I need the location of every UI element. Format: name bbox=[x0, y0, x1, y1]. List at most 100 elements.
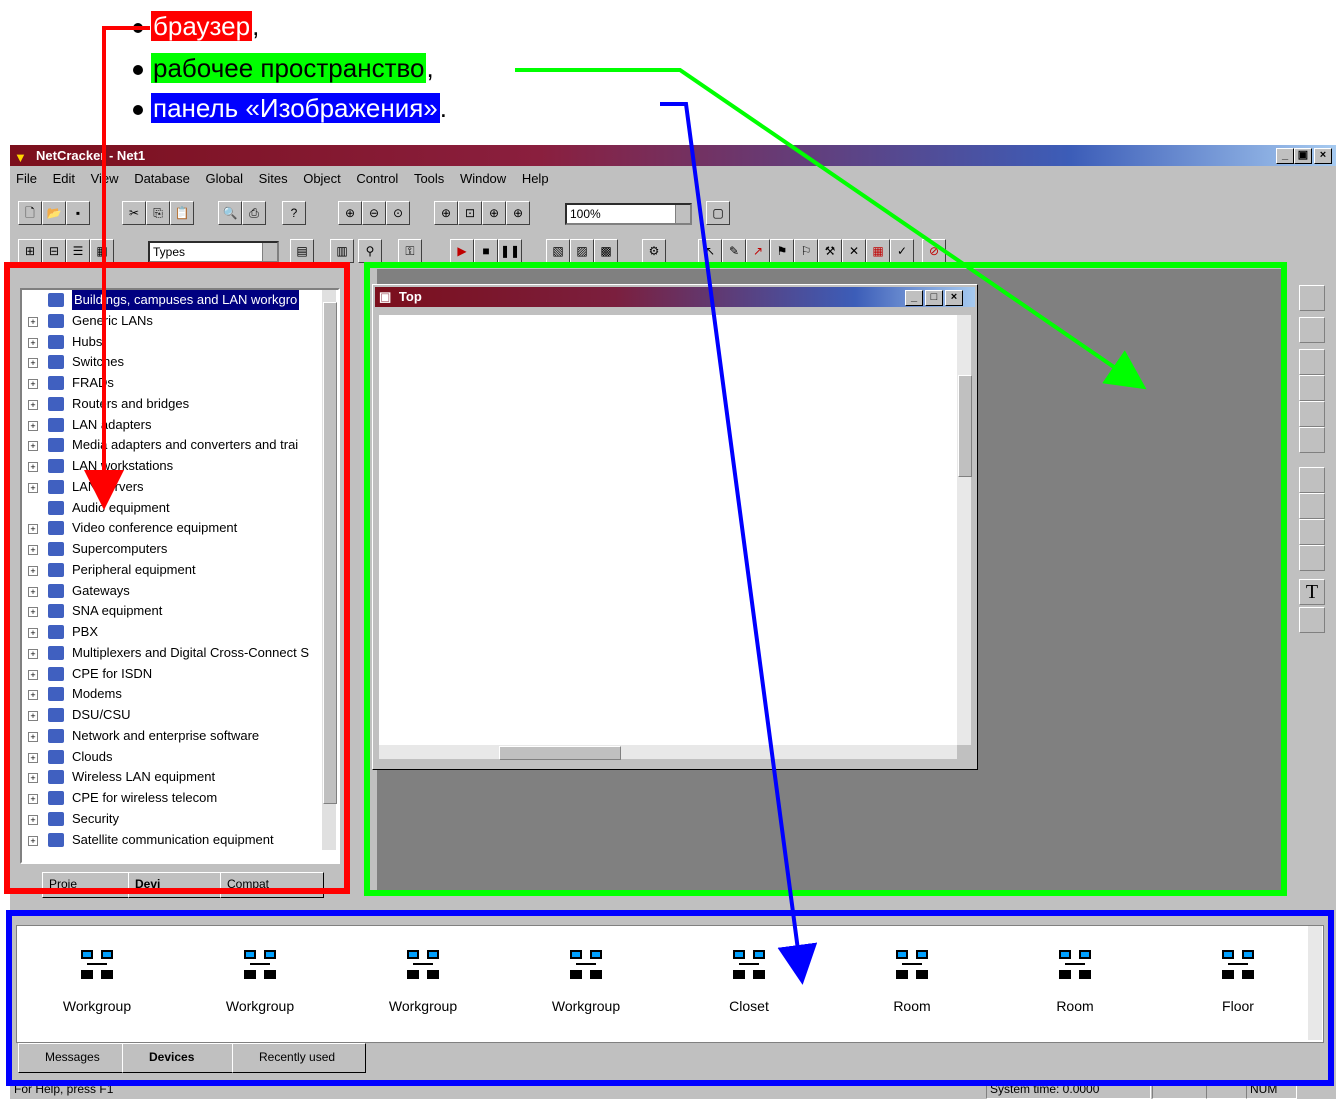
details-icon[interactable]: ▦ bbox=[90, 239, 114, 263]
tree-item[interactable]: + SNA equipment bbox=[22, 601, 338, 622]
database-icon[interactable]: ▥ bbox=[330, 239, 354, 263]
ellipse-icon[interactable] bbox=[1299, 401, 1325, 427]
menu-database[interactable]: Database bbox=[128, 167, 196, 186]
expand-plus-icon[interactable]: + bbox=[28, 835, 38, 846]
tool-a-icon[interactable]: ▧ bbox=[546, 239, 570, 263]
tree-item[interactable]: + Routers and bridges bbox=[22, 394, 338, 415]
expand-plus-icon[interactable]: + bbox=[28, 711, 38, 721]
diagram-canvas[interactable] bbox=[379, 315, 957, 745]
select-arrow-icon[interactable] bbox=[1299, 285, 1325, 311]
find-icon[interactable]: ⚲ bbox=[358, 239, 382, 263]
tree-item[interactable]: + Wireless LAN equipment bbox=[22, 767, 338, 788]
expand-plus-icon[interactable]: + bbox=[28, 607, 38, 618]
paste-icon[interactable]: 📋 bbox=[170, 201, 194, 225]
zoom-window-icon[interactable]: ⊡ bbox=[458, 201, 482, 225]
tab-project[interactable]: Proje bbox=[42, 872, 130, 898]
save-icon[interactable]: ▪ bbox=[66, 201, 90, 225]
zoom-icon[interactable]: ⊙ bbox=[386, 201, 410, 225]
tool-f-icon[interactable]: ⚐ bbox=[794, 239, 818, 263]
menu-file[interactable]: File bbox=[10, 167, 43, 186]
tool-c-icon[interactable]: ▩ bbox=[594, 239, 618, 263]
list-icon[interactable]: ☰ bbox=[66, 239, 90, 263]
tree-item[interactable]: + Security bbox=[22, 809, 338, 830]
rectangle-icon[interactable] bbox=[1299, 349, 1325, 375]
expand-plus-icon[interactable]: + bbox=[28, 586, 38, 597]
zoom-fit-icon[interactable]: ⊕ bbox=[434, 201, 458, 225]
menu-edit[interactable]: Edit bbox=[47, 167, 81, 186]
maximize-button[interactable]: ▣ bbox=[1294, 148, 1312, 164]
expand-plus-icon[interactable]: + bbox=[28, 316, 38, 327]
expand-plus-icon[interactable]: + bbox=[28, 358, 38, 369]
expand-plus-icon[interactable]: + bbox=[28, 441, 38, 452]
copy-icon[interactable]: ⎘ bbox=[146, 201, 170, 225]
stop-icon[interactable]: ■ bbox=[474, 239, 498, 263]
grid-icon[interactable]: ▦ bbox=[866, 239, 890, 263]
menu-control[interactable]: Control bbox=[350, 167, 404, 186]
image-item[interactable]: Workgroup bbox=[506, 926, 666, 1042]
types-combo[interactable]: Types bbox=[148, 241, 279, 263]
small-icons-icon[interactable]: ⊟ bbox=[42, 239, 66, 263]
key-icon[interactable]: ⚿ bbox=[398, 239, 422, 263]
tree-item[interactable]: Audio equipment bbox=[22, 498, 338, 519]
expand-plus-icon[interactable]: + bbox=[28, 462, 38, 472]
close-button[interactable]: × bbox=[1314, 148, 1332, 164]
context-help-icon[interactable]: ? bbox=[282, 201, 306, 225]
tools-icon[interactable]: ✕ bbox=[842, 239, 866, 263]
tree-item[interactable]: + DSU/CSU bbox=[22, 705, 338, 726]
expand-plus-icon[interactable]: + bbox=[28, 399, 38, 410]
tab-devices-bottom[interactable]: Devices bbox=[122, 1043, 236, 1073]
open-icon[interactable]: 📂 bbox=[42, 201, 66, 225]
tree-item[interactable]: + Supercomputers bbox=[22, 539, 338, 560]
expand-plus-icon[interactable]: + bbox=[28, 524, 38, 535]
tool-h-icon[interactable]: ✓ bbox=[890, 239, 914, 263]
filled-circle-icon[interactable] bbox=[1299, 545, 1325, 571]
circle-icon[interactable] bbox=[1299, 427, 1325, 453]
tree-item[interactable]: + LAN workstations bbox=[22, 456, 338, 477]
tree-item[interactable]: + Clouds bbox=[22, 747, 338, 768]
tab-compatibility[interactable]: Compat bbox=[220, 872, 324, 898]
tree-item[interactable]: + Modems bbox=[22, 684, 338, 705]
tree-item[interactable]: + LAN servers bbox=[22, 477, 338, 498]
expand-plus-icon[interactable]: + bbox=[28, 731, 38, 742]
line-icon[interactable] bbox=[1299, 317, 1325, 343]
tree-item[interactable]: + CPE for wireless telecom bbox=[22, 788, 338, 809]
chevron-down-icon[interactable] bbox=[262, 243, 277, 261]
large-icons-icon[interactable]: ⊞ bbox=[18, 239, 42, 263]
expand-plus-icon[interactable]: + bbox=[28, 379, 38, 389]
tree-item[interactable]: + FRADs bbox=[22, 373, 338, 394]
tree-item[interactable]: + PBX bbox=[22, 622, 338, 643]
image-item[interactable]: Workgroup bbox=[180, 926, 340, 1042]
expand-plus-icon[interactable]: + bbox=[28, 420, 38, 431]
tree-item[interactable]: + Video conference equipment bbox=[22, 518, 338, 539]
tree-item[interactable]: + Gateways bbox=[22, 581, 338, 602]
browser-vertical-scrollbar[interactable] bbox=[322, 290, 337, 850]
expand-plus-icon[interactable]: + bbox=[28, 545, 38, 555]
tree-item[interactable]: + Satellite communication equipment bbox=[22, 830, 338, 851]
zoom-all-icon[interactable]: ⊕ bbox=[506, 201, 530, 225]
filled-rectangle-icon[interactable] bbox=[1299, 467, 1325, 493]
zoom-combo[interactable]: 100% bbox=[565, 203, 692, 225]
tab-recently-used[interactable]: Recently used bbox=[232, 1043, 366, 1073]
filled-ellipse-icon[interactable] bbox=[1299, 519, 1325, 545]
tree-item[interactable]: + Generic LANs bbox=[22, 311, 338, 332]
image-item[interactable]: Workgroup bbox=[17, 926, 177, 1042]
print-preview-icon[interactable]: 🔍 bbox=[218, 201, 242, 225]
pencil-icon[interactable]: ✎ bbox=[722, 239, 746, 263]
menu-view[interactable]: View bbox=[85, 167, 125, 186]
pointer-icon[interactable]: ↖ bbox=[698, 239, 722, 263]
properties-icon[interactable]: ▤ bbox=[290, 239, 314, 263]
tool-d-icon[interactable]: ⚙ bbox=[642, 239, 666, 263]
child-horizontal-scrollbar[interactable] bbox=[379, 745, 957, 760]
tab-devices[interactable]: Devi bbox=[128, 872, 222, 898]
full-screen-icon[interactable]: ▢ bbox=[706, 201, 730, 225]
tree-item[interactable]: + Media adapters and converters and trai bbox=[22, 435, 338, 456]
tree-item[interactable]: + Switches bbox=[22, 352, 338, 373]
expand-plus-icon[interactable]: + bbox=[28, 648, 38, 659]
image-item[interactable]: Floor bbox=[1158, 926, 1318, 1042]
tree-item[interactable]: + LAN adapters bbox=[22, 415, 338, 436]
scroll-thumb[interactable] bbox=[323, 302, 337, 804]
text-tool-icon[interactable]: T bbox=[1299, 579, 1325, 605]
tree-item[interactable]: + CPE for ISDN bbox=[22, 664, 338, 685]
menu-window[interactable]: Window bbox=[454, 167, 512, 186]
expand-plus-icon[interactable]: + bbox=[28, 337, 38, 348]
